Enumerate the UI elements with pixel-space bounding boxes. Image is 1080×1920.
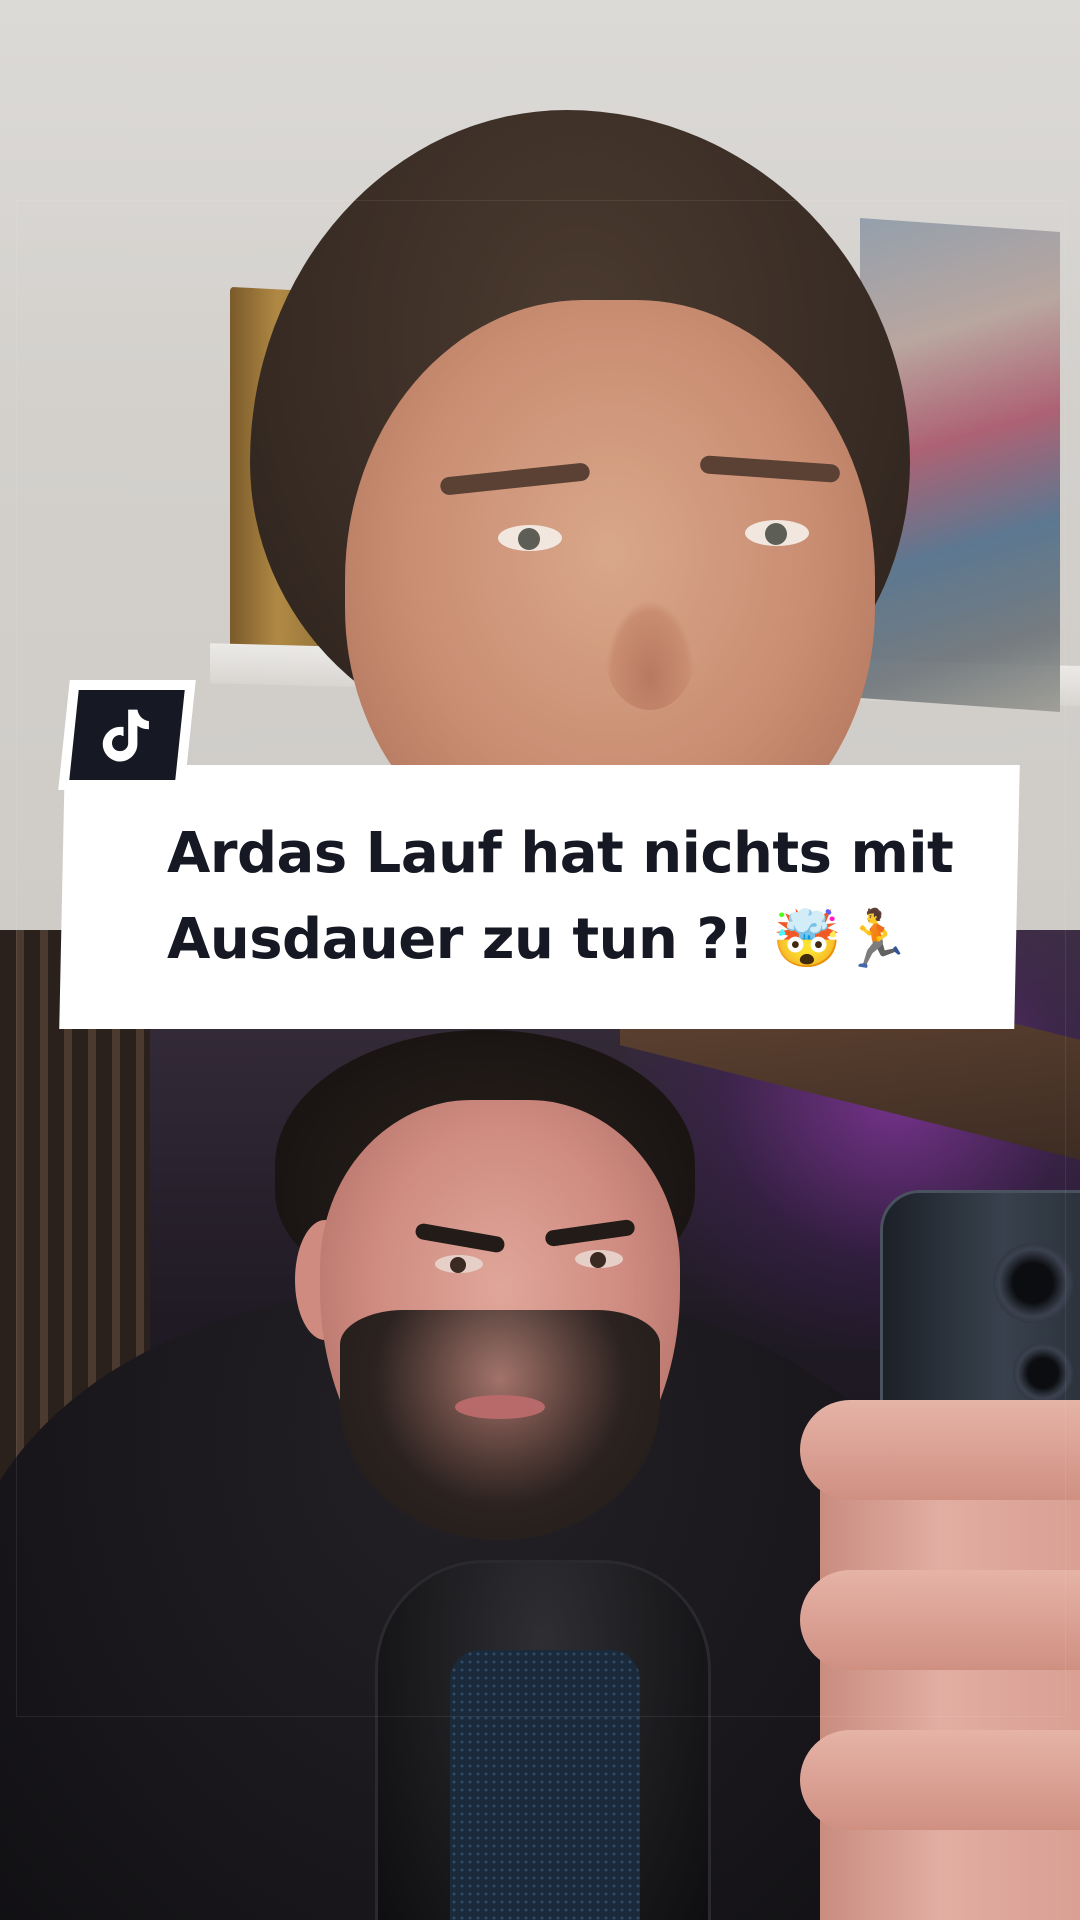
- top-person-right-eye: [745, 520, 809, 546]
- bottom-person-left-eye: [435, 1255, 483, 1273]
- tiktok-logo-icon: [102, 709, 149, 762]
- camera-lens: [1013, 1343, 1073, 1403]
- bottom-person-mouth: [455, 1395, 545, 1419]
- tiktok-badge: [58, 680, 196, 790]
- top-person-nose: [605, 600, 695, 710]
- tiktok-badge-inner: [69, 690, 185, 780]
- caption-line-2: Ausdauer zu tun ?! 🤯🏃: [167, 907, 911, 972]
- bottom-video-panel: [0, 930, 1080, 1920]
- video-caption: Ardas Lauf hat nichts mit Ausdauer zu tu…: [167, 811, 977, 983]
- finger: [800, 1730, 1080, 1830]
- camera-lens: [993, 1243, 1073, 1323]
- finger: [800, 1570, 1080, 1670]
- finger: [800, 1400, 1080, 1500]
- microphone-grille: [450, 1650, 640, 1920]
- video-frame[interactable]: Ardas Lauf hat nichts mit Ausdauer zu tu…: [0, 0, 1080, 1920]
- bottom-person-right-eye: [575, 1250, 623, 1268]
- caption-line-1: Ardas Lauf hat nichts mit: [167, 821, 954, 886]
- top-person-left-eye: [498, 525, 562, 551]
- caption-card: Ardas Lauf hat nichts mit Ausdauer zu tu…: [59, 765, 1020, 1029]
